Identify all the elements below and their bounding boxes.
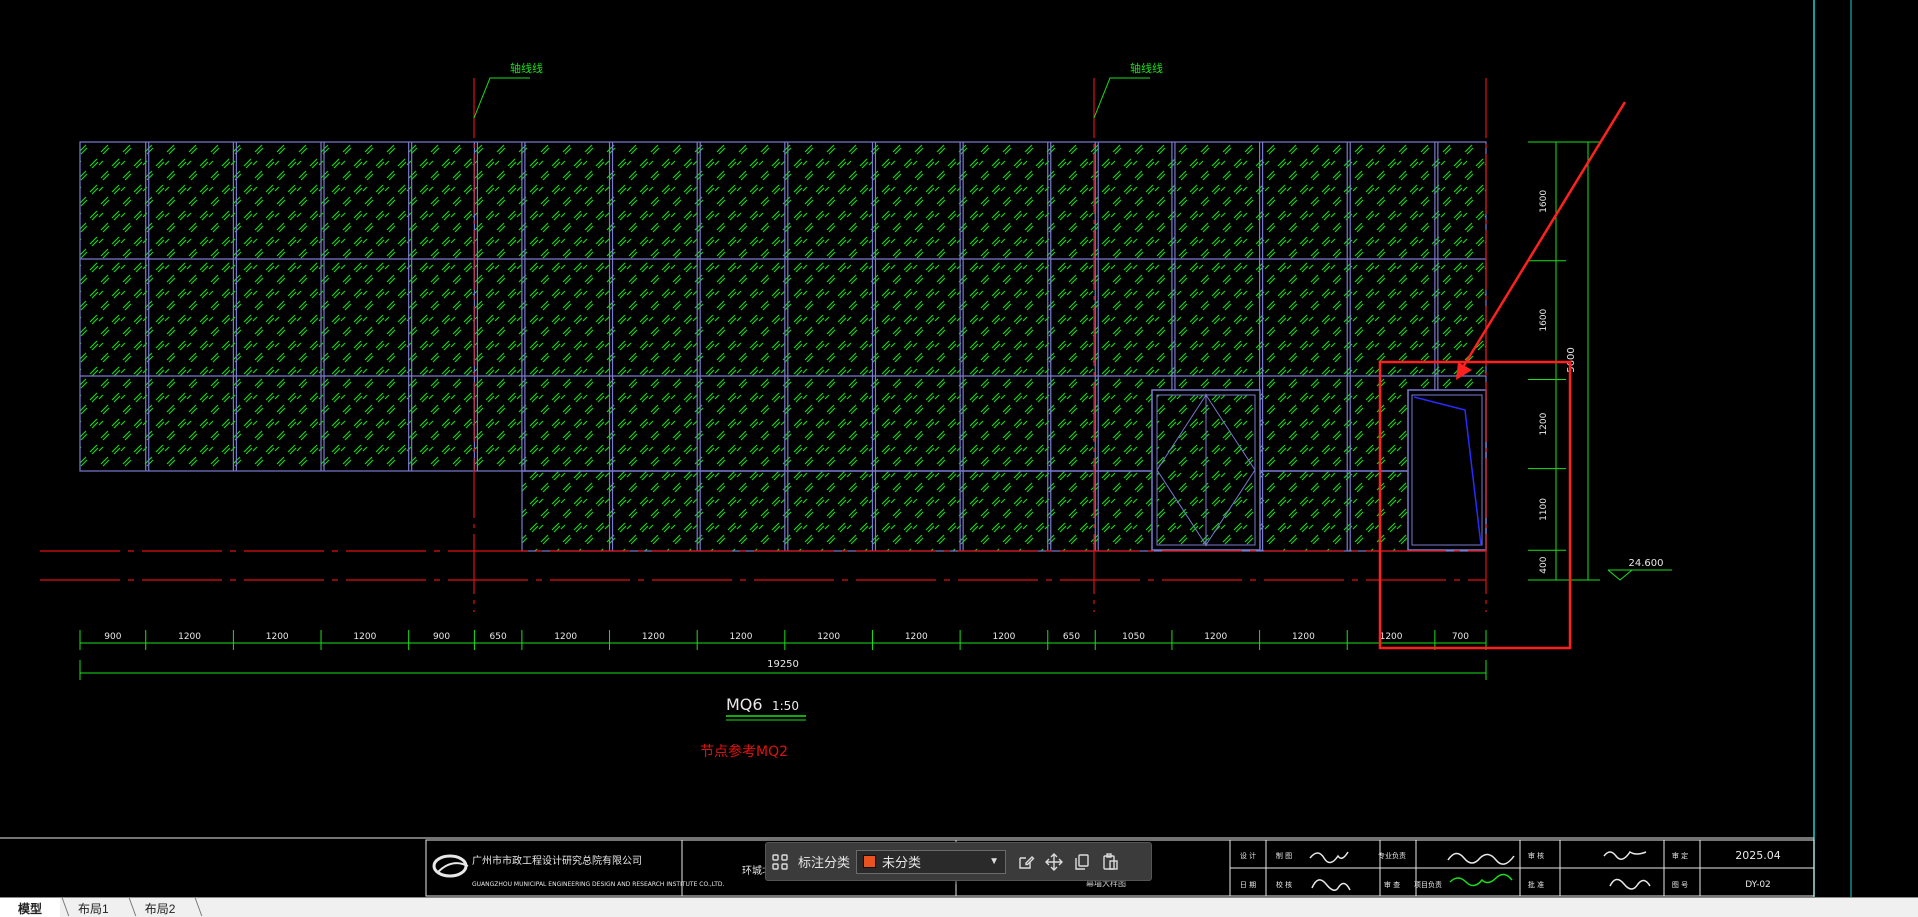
title-block-role: 图 号 <box>1672 881 1688 889</box>
title-block-role: 批 准 <box>1528 880 1544 889</box>
category-color-swatch <box>863 855 877 868</box>
tab-model[interactable]: 模型 <box>0 898 61 917</box>
title-block-role: 日 期 <box>1240 881 1256 889</box>
tab-layout-2[interactable]: 布局2 <box>127 898 194 917</box>
company-name-en: GUANGZHOU MUNICIPAL ENGINEERING DESIGN A… <box>472 881 725 888</box>
company-logo <box>432 854 469 878</box>
move-icon[interactable] <box>1040 848 1068 876</box>
layout-tab-bar: 模型 布局1 布局2 <box>0 897 1918 917</box>
drawing-title-code: MQ6 <box>726 695 763 714</box>
curtain-wall-elevation <box>79 141 1487 552</box>
dimension-text: 1200 <box>1292 632 1315 642</box>
axis-label: 轴线线 <box>510 61 543 75</box>
title-block-role: 项目负责 <box>1414 880 1442 889</box>
date-value: 2025.04 <box>1735 849 1781 862</box>
dimension-text: 900 <box>104 632 121 642</box>
company-name-cn: 广州市市政工程设计研究总院有限公司 <box>472 854 642 867</box>
tab-layout-1[interactable]: 布局1 <box>60 898 127 917</box>
dimension-text: 1200 <box>817 632 840 642</box>
drawing-title-scale: 1:50 <box>772 699 799 713</box>
level-marker <box>1607 569 1672 581</box>
title-block-role: 制 图 <box>1276 851 1292 860</box>
signature-marks <box>1309 850 1651 891</box>
dimension-text: 1200 <box>554 632 577 642</box>
copy-icon[interactable] <box>1068 848 1096 876</box>
title-block-role: 校 核 <box>1276 880 1292 889</box>
level-value: 24.600 <box>1629 558 1664 569</box>
axis-label: 轴线线 <box>1130 61 1163 75</box>
cad-drawing-canvas[interactable]: 轴线线 轴线线 900 1200 1200 1200 900 650 1200 1200 120… <box>0 0 1918 897</box>
dimension-text: 1600 <box>1539 190 1549 213</box>
detail-note: 节点参考MQ2 <box>700 743 788 760</box>
dimension-text: 1600 <box>1539 308 1549 331</box>
dimension-text: 1200 <box>992 632 1015 642</box>
annotation-toolbar: 标注分类 未分类 ▼ <box>765 842 1152 881</box>
title-block-role: 设 计 <box>1240 851 1256 860</box>
dimension-text: 1200 <box>1204 632 1227 642</box>
dimension-text: 1100 <box>1539 498 1549 521</box>
bottom-dimension-chain: 900 1200 1200 1200 900 650 1200 1200 1200 1200 120… <box>79 630 1487 650</box>
dimension-text: 900 <box>433 632 450 642</box>
dimension-text: 650 <box>490 632 507 642</box>
dimension-text: 1050 <box>1122 632 1145 642</box>
chevron-down-icon: ▼ <box>989 856 1000 867</box>
grid-icon[interactable] <box>766 848 794 876</box>
total-dimension: 19250 <box>767 659 799 670</box>
drawing-number: DY-02 <box>1745 880 1771 890</box>
right-total-dimension: 5600 <box>1566 347 1577 372</box>
annotation-category-label: 标注分类 <box>798 855 851 870</box>
title-block-role: 审 查 <box>1384 880 1400 889</box>
dimension-text: 1200 <box>266 632 289 642</box>
dimension-text: 1200 <box>905 632 928 642</box>
dimension-text: 1200 <box>353 632 376 642</box>
edit-icon[interactable] <box>1012 848 1040 876</box>
dimension-text: 1200 <box>642 632 665 642</box>
door-panel <box>1407 389 1487 551</box>
dimension-text: 1200 <box>178 632 201 642</box>
annotation-category-value: 未分类 <box>882 855 922 870</box>
dimension-text: 1200 <box>1539 412 1549 435</box>
axis-leaders <box>473 77 1150 119</box>
dimension-text: 700 <box>1452 632 1469 642</box>
title-block-role: 审 定 <box>1672 851 1688 860</box>
dimension-text: 400 <box>1539 556 1549 573</box>
right-dimension-chain: 1600 1600 1200 1100 400 <box>1528 190 1566 581</box>
dimension-text: 1200 <box>1380 632 1403 642</box>
dimension-text: 650 <box>1063 632 1080 642</box>
title-block-role: 专业负责 <box>1378 851 1406 860</box>
title-block-roles: 设 计 制 图 专业负责 审 核 审 定日 期 校 核 审 查 项目负责 批 准 图 号 <box>1240 851 1688 889</box>
annotation-category-select[interactable]: 未分类 ▼ <box>856 849 1007 874</box>
green-signature <box>1449 873 1513 887</box>
paste-icon[interactable] <box>1096 848 1124 876</box>
title-block-role: 审 核 <box>1528 851 1544 860</box>
dimension-text: 1200 <box>730 632 753 642</box>
